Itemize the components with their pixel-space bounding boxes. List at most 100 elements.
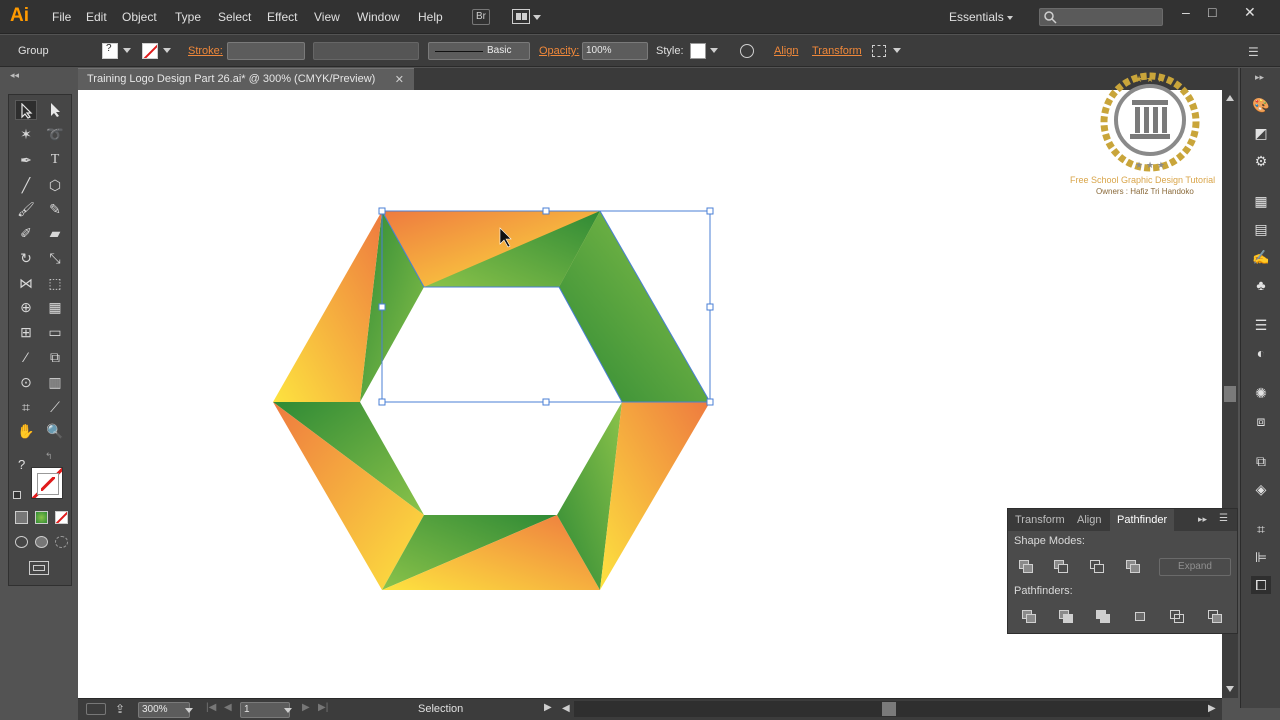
polygon-tool-icon[interactable]: ⬡ [44,175,66,195]
color-guide-icon[interactable]: ◩ [1251,124,1271,142]
free-transform-tool-icon[interactable]: ⬚ [44,273,66,293]
scroll-left-icon[interactable]: ◀ [562,703,570,714]
artboard-nav-icon[interactable] [86,703,106,715]
minimize-button[interactable]: – [1182,4,1190,20]
merge-icon[interactable] [1096,610,1112,624]
column-graph-tool-icon[interactable]: ▥ [44,372,66,392]
transparency-icon[interactable]: ◐ [1251,344,1271,362]
zoom-dropdown-icon[interactable] [185,708,193,713]
default-fill-stroke-icon[interactable] [13,491,21,499]
stroke-swatch[interactable] [142,43,158,59]
expand-button[interactable]: Expand [1159,558,1231,576]
menu-object[interactable]: Object [122,10,157,24]
maximize-button[interactable]: □ [1208,4,1216,20]
menu-help[interactable]: Help [418,10,443,24]
width-tool-icon[interactable]: ⋈ [15,273,37,293]
slice-tool-icon[interactable]: ⟋ [44,397,66,417]
options-dropdown-icon[interactable] [893,48,901,53]
paintbrush-tool-icon[interactable]: 🖌 [15,199,37,219]
direct-selection-tool-icon[interactable] [44,100,66,120]
align-panel-icon[interactable]: ⊫ [1251,548,1271,566]
fill-dropdown-icon[interactable] [123,48,131,53]
menu-effect[interactable]: Effect [267,10,297,24]
pencil-tool-icon[interactable]: ✎ [44,199,66,219]
magic-wand-tool-icon[interactable]: ✶ [15,124,37,144]
help-icon[interactable]: ? [18,457,25,472]
next-artboard-icon[interactable]: ▶ [302,702,310,713]
appearance-icon[interactable]: ✺ [1251,384,1271,402]
workspace-switcher[interactable]: Essentials [949,10,1004,24]
tab-pathfinder[interactable]: Pathfinder [1110,509,1175,531]
artboard-dropdown-icon[interactable] [284,708,292,713]
align-link[interactable]: Align [774,45,798,57]
draw-inside-icon[interactable] [55,536,68,548]
document-tab[interactable]: Training Logo Design Part 26.ai* @ 300% … [78,68,414,90]
zoom-level-field[interactable]: 300% [138,702,190,718]
eyedropper-tool-icon[interactable]: ⁄ [15,347,37,367]
first-artboard-icon[interactable]: |◀ [206,702,216,713]
selection-tool-icon[interactable] [15,100,37,120]
color-panel-icon[interactable]: 🎨 [1251,96,1271,114]
gradient-mode-icon[interactable] [35,511,48,524]
tab-align[interactable]: Align [1077,514,1101,526]
horizontal-scroll-thumb[interactable] [882,702,896,716]
lasso-tool-icon[interactable]: ➰ [44,124,66,144]
draw-normal-icon[interactable] [15,536,28,548]
screen-mode-icon[interactable] [29,561,49,575]
intersect-icon[interactable] [1090,560,1106,574]
menu-file[interactable]: File [52,10,71,24]
pathfinder-panel-icon[interactable]: ⧠ [1251,576,1271,594]
status-menu-arrow-icon[interactable]: ▶ [544,702,552,713]
brushes-icon[interactable]: ✍ [1251,248,1271,266]
bridge-button[interactable]: Br [472,9,490,25]
opacity-field[interactable]: 100% [582,42,648,60]
swap-fill-stroke-icon[interactable]: ↰ [45,451,53,462]
horizontal-scrollbar[interactable] [574,701,1210,717]
artboard-tool-icon[interactable]: ⌗ [15,397,37,417]
graphic-style-dropdown-icon[interactable] [710,48,718,53]
symbols-icon[interactable]: ♣ [1251,276,1271,294]
arrange-documents-dropdown-icon[interactable] [533,15,541,20]
menu-edit[interactable]: Edit [86,10,107,24]
vertical-scroll-thumb[interactable] [1224,386,1236,402]
minus-back-icon[interactable] [1208,610,1224,624]
scroll-right-icon[interactable]: ▶ [1208,703,1216,714]
unite-icon[interactable] [1019,560,1035,574]
scroll-down-icon[interactable] [1226,686,1234,692]
variable-width-profile[interactable] [313,42,419,60]
workspace-dropdown-icon[interactable] [1007,16,1013,20]
opacity-label[interactable]: Opacity: [539,45,579,57]
exclude-icon[interactable] [1126,560,1142,574]
zoom-tool-icon[interactable]: 🔍 [44,421,66,441]
crop-icon[interactable] [1133,610,1149,624]
control-bar-menu-icon[interactable]: ☰ [1248,45,1259,59]
close-window-button[interactable]: ✕ [1244,4,1256,21]
perspective-grid-tool-icon[interactable]: ▦ [44,297,66,317]
menu-select[interactable]: Select [218,10,251,24]
graphic-styles-icon[interactable]: ⧈ [1251,412,1271,430]
panel-menu-icon[interactable]: ☰ [1219,513,1228,524]
mesh-tool-icon[interactable]: ⊞ [15,322,37,342]
shape-builder-tool-icon[interactable]: ⊕ [15,297,37,317]
menu-view[interactable]: View [314,10,340,24]
color-mode-icon[interactable] [15,511,28,524]
draw-behind-icon[interactable] [35,536,48,548]
minus-front-icon[interactable] [1054,560,1070,574]
transform-panel-icon[interactable]: ⌗ [1251,520,1271,538]
brush-definition[interactable]: Basic [428,42,530,60]
blob-brush-tool-icon[interactable]: ✐ [15,223,37,243]
collapse-toolbar-icon[interactable]: ◂◂ [10,70,19,81]
menu-window[interactable]: Window [357,10,400,24]
kuler-icon[interactable]: ⚙ [1251,152,1271,170]
blend-tool-icon[interactable]: ⧉ [44,347,66,367]
eraser-tool-icon[interactable]: ▰ [44,223,66,243]
scale-tool-icon[interactable]: ⤡ [44,248,66,268]
graphic-style-swatch[interactable] [690,43,706,59]
divide-icon[interactable] [1022,610,1038,624]
type-tool-icon[interactable]: T [44,150,66,170]
previous-artboard-icon[interactable]: ◀ [224,702,232,713]
stroke-dropdown-icon[interactable] [163,48,171,53]
gradient-panel-icon[interactable]: ▤ [1251,220,1271,238]
gradient-tool-icon[interactable]: ▭ [44,322,66,342]
trim-icon[interactable] [1059,610,1075,624]
